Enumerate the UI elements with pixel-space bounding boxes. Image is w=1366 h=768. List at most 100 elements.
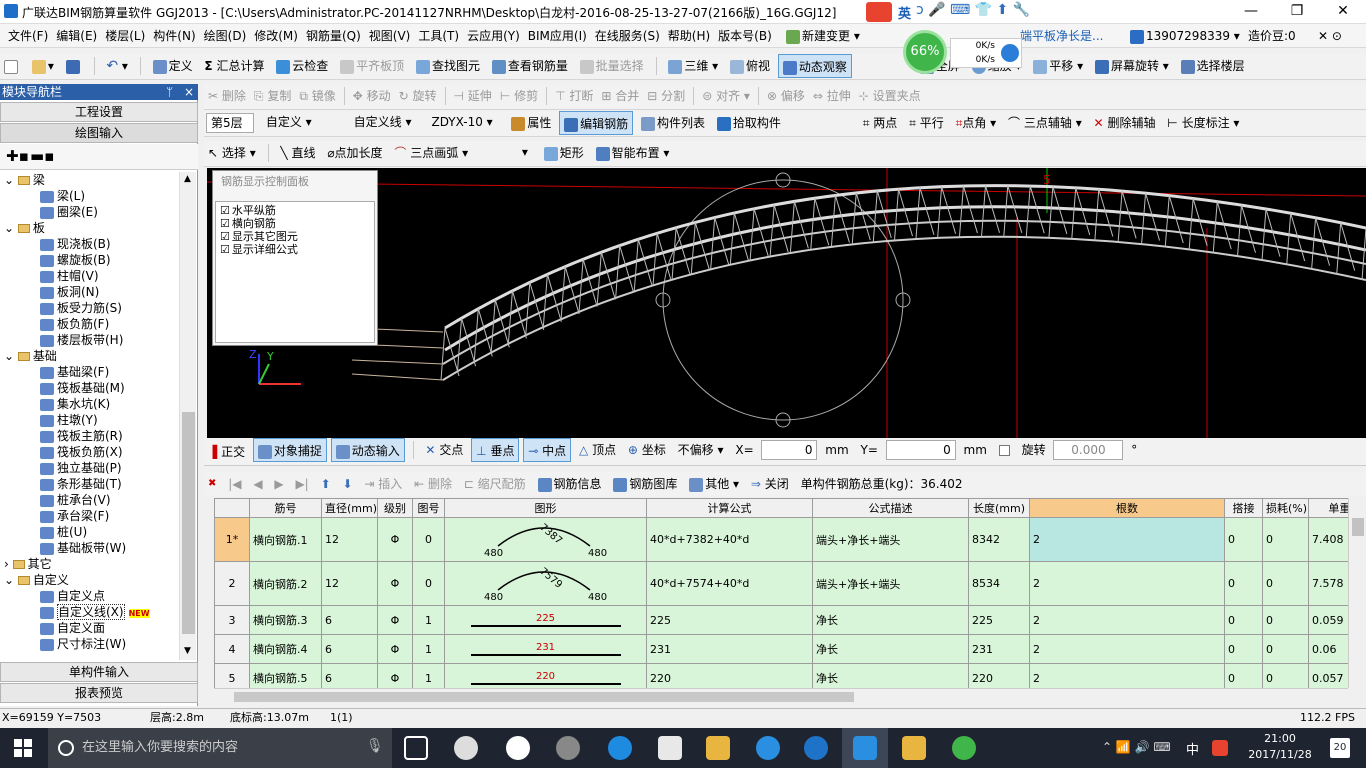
dynamic-input-toggle[interactable]: 动态输入 bbox=[330, 438, 405, 462]
table-cell[interactable]: 7.578 bbox=[1308, 561, 1348, 606]
table-cell[interactable]: 220 bbox=[444, 663, 647, 688]
find-element-button[interactable]: 查找图元 bbox=[412, 54, 484, 78]
tree-item[interactable]: 筏板基础(M) bbox=[4, 380, 178, 396]
table-cell[interactable]: 0 bbox=[1262, 561, 1309, 606]
rotate-checkbox[interactable] bbox=[995, 438, 1014, 462]
parallel-axis-button[interactable]: ⌗ 平行 bbox=[905, 111, 948, 135]
table-cell[interactable]: Φ bbox=[377, 605, 413, 635]
tree-folder[interactable]: ⌄ 板 bbox=[4, 220, 178, 236]
snap-coordinate[interactable]: ⊕ 坐标 bbox=[624, 438, 670, 462]
table-cell[interactable]: 2 bbox=[1029, 561, 1225, 606]
move-down-button[interactable]: ⬇ bbox=[338, 472, 356, 496]
sogou-ime-icon[interactable] bbox=[866, 2, 892, 22]
tree-expander-icon[interactable]: ⌄ bbox=[4, 573, 18, 587]
project-settings-button[interactable]: 工程设置 bbox=[0, 102, 198, 122]
align-button[interactable]: ⊜ 对齐 ▾ bbox=[698, 84, 754, 108]
snap-intersection[interactable]: ✕ 交点 bbox=[421, 438, 467, 462]
boost-icon[interactable] bbox=[1001, 44, 1019, 62]
tree-expander-icon[interactable]: › bbox=[4, 557, 13, 571]
table-cell[interactable]: 2 bbox=[1029, 605, 1225, 635]
tray-icons[interactable]: ⌃ 📶 🔊 ⌨ bbox=[1102, 740, 1171, 754]
table-cell[interactable]: 0 bbox=[1224, 634, 1263, 664]
table-cell[interactable]: 8342 bbox=[968, 517, 1030, 562]
minimize-button[interactable]: — bbox=[1228, 0, 1274, 24]
table-cell[interactable]: 225 bbox=[444, 605, 647, 635]
tree-item[interactable]: 自定义线(X) NEW bbox=[4, 604, 178, 620]
task-view-icon[interactable] bbox=[404, 736, 428, 760]
tree-item[interactable]: 板受力筋(S) bbox=[4, 300, 178, 316]
menu-item[interactable]: 版本号(B) bbox=[714, 24, 776, 48]
table-cell[interactable]: 0.057 bbox=[1308, 663, 1348, 688]
table-cell[interactable]: 横向钢筋.2 bbox=[249, 561, 322, 606]
point-length-button[interactable]: ⌀点加长度 bbox=[323, 141, 386, 165]
y-input[interactable]: 0 bbox=[885, 438, 956, 462]
mirror-button[interactable]: ⧉ 镜像 bbox=[295, 84, 339, 108]
column-header[interactable]: 公式描述 bbox=[812, 498, 969, 518]
table-hscroll[interactable] bbox=[214, 688, 1348, 704]
menu-item[interactable]: 楼层(L) bbox=[101, 24, 149, 48]
menu-item[interactable]: 工具(T) bbox=[414, 24, 463, 48]
microphone-icon[interactable]: 🎙 bbox=[366, 738, 384, 754]
extend-button[interactable]: ⊣ 延伸 bbox=[450, 84, 496, 108]
table-cell[interactable]: 0 bbox=[1262, 634, 1309, 664]
tree-item[interactable]: 基础梁(F) bbox=[4, 364, 178, 380]
x-input[interactable]: 0 bbox=[761, 438, 818, 462]
column-header[interactable]: 搭接 bbox=[1224, 498, 1263, 518]
two-point-axis-button[interactable]: ⌗ 两点 bbox=[859, 111, 902, 135]
table-cell[interactable]: 2 bbox=[1029, 663, 1225, 688]
column-header[interactable]: 级别 bbox=[377, 498, 413, 518]
table-vscroll[interactable] bbox=[1348, 498, 1366, 688]
menu-item[interactable]: 构件(N) bbox=[149, 24, 199, 48]
point-angle-button[interactable]: ⌗点角 ▾ bbox=[952, 111, 1001, 135]
menu-item[interactable]: 编辑(E) bbox=[52, 24, 101, 48]
copy-button[interactable]: ⎘ 复制 bbox=[250, 84, 295, 108]
table-cell[interactable]: 1 bbox=[412, 634, 445, 664]
menu-item[interactable]: 文件(F) bbox=[4, 24, 52, 48]
table-cell[interactable]: 0 bbox=[1262, 663, 1309, 688]
move-up-button[interactable]: ⬆ bbox=[317, 472, 335, 496]
object-snap-toggle[interactable]: 对象捕捉 bbox=[252, 438, 327, 462]
first-record-button[interactable]: |◀ bbox=[224, 472, 245, 496]
table-cell[interactable]: 6 bbox=[321, 634, 378, 664]
drawing-canvas[interactable]: 5 Z Y bbox=[207, 168, 1366, 438]
column-header[interactable]: 计算公式 bbox=[646, 498, 813, 518]
view-rebar-button[interactable]: 查看钢筋量 bbox=[488, 54, 572, 78]
column-header[interactable]: 图形 bbox=[444, 498, 647, 518]
checkbox-checked-icon[interactable]: ☑ bbox=[220, 230, 230, 243]
rebar-library-button[interactable]: 钢筋图库 bbox=[609, 472, 681, 496]
sogou-tray-icon[interactable] bbox=[1212, 740, 1228, 756]
screen-rotate-button[interactable]: 屏幕旋转 ▾ bbox=[1091, 54, 1173, 78]
tree-folder[interactable]: › 其它 bbox=[4, 556, 178, 572]
attribute-button[interactable]: 属性 bbox=[507, 111, 555, 135]
snap-vertex[interactable]: △ 顶点 bbox=[575, 438, 620, 462]
table-cell[interactable]: 2 bbox=[1029, 517, 1225, 562]
delete-button[interactable]: ✂ 删除 bbox=[204, 84, 250, 108]
table-row[interactable]: 4 横向钢筋.4 6 Φ 1 231 231 净长 231 2 0 0 0.06 bbox=[214, 634, 1348, 664]
table-cell[interactable]: 0 bbox=[412, 517, 445, 562]
offset-button[interactable]: ⊗ 偏移 bbox=[763, 84, 809, 108]
tree-item[interactable]: 集水坑(K) bbox=[4, 396, 178, 412]
table-cell[interactable]: 横向钢筋.1 bbox=[249, 517, 322, 562]
menu-item[interactable]: BIM应用(I) bbox=[524, 24, 591, 48]
new-file-button[interactable] bbox=[0, 54, 24, 78]
table-cell[interactable]: 0 bbox=[1262, 605, 1309, 635]
menu-item[interactable]: 视图(V) bbox=[365, 24, 415, 48]
tree-item[interactable]: 柱墩(Y) bbox=[4, 412, 178, 428]
table-cell[interactable]: 225 bbox=[968, 605, 1030, 635]
three-point-arc-button[interactable]: ⌒ 三点画弧 ▾ bbox=[390, 141, 472, 165]
table-cell[interactable]: 480 480 7387 bbox=[444, 517, 647, 562]
table-row[interactable]: 2 横向钢筋.2 12 Φ 0 480 480 7579 40*d+7574+40*d 端头+净长… bbox=[214, 561, 1348, 606]
name-select[interactable]: ZDYX-10 ▾ bbox=[425, 111, 503, 135]
save-button[interactable] bbox=[62, 54, 86, 78]
component-list-button[interactable]: 构件列表 bbox=[637, 111, 709, 135]
tree-scroll-thumb[interactable] bbox=[182, 412, 195, 634]
3d-view-button[interactable]: 三维 ▾ bbox=[664, 54, 722, 78]
subtype-select[interactable]: 自定义线 ▾ bbox=[348, 111, 422, 135]
table-cell[interactable]: 6 bbox=[321, 605, 378, 635]
table-cell[interactable]: 2 bbox=[1029, 634, 1225, 664]
collapse-all-icon[interactable]: ▬▪ bbox=[30, 147, 54, 165]
snap-midpoint[interactable]: ⊸ 中点 bbox=[523, 438, 572, 462]
table-cell[interactable]: 1 bbox=[412, 605, 445, 635]
windows-start-icon[interactable] bbox=[14, 739, 32, 757]
tree-item[interactable]: 板洞(N) bbox=[4, 284, 178, 300]
